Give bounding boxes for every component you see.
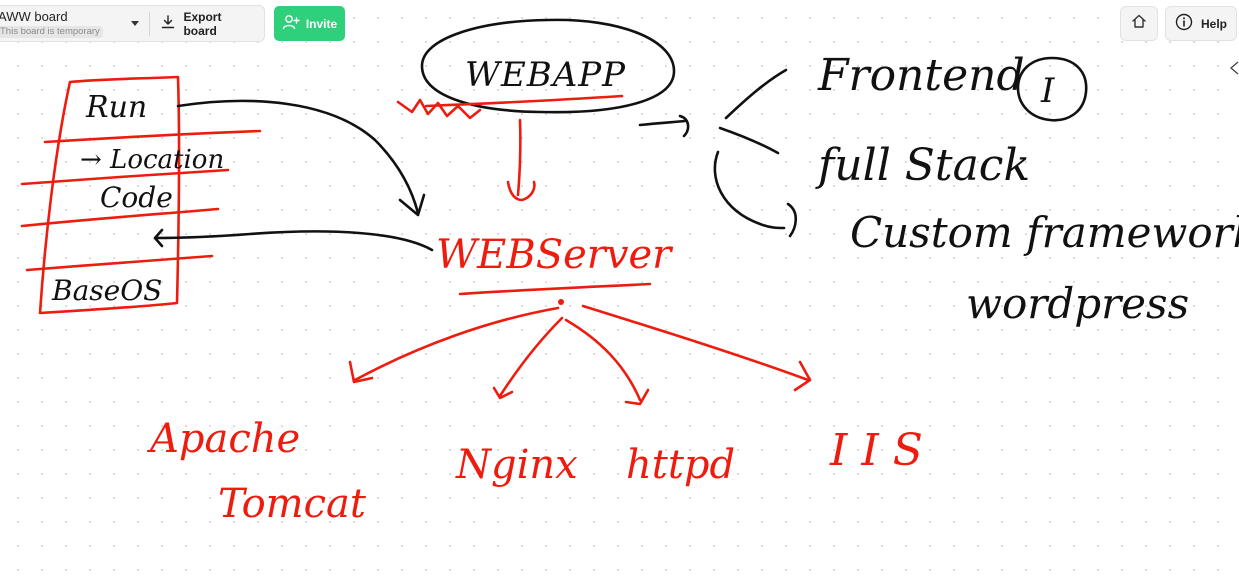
stack-item-location: → Location	[80, 145, 224, 175]
roman-badge-label: I	[1040, 71, 1055, 111]
server-nginx: Nginx	[455, 442, 578, 488]
type-wordpress: wordpress	[966, 279, 1189, 328]
stack-item-baseos: BaseOS	[51, 274, 162, 307]
arrow-webapp-to-webserver	[506, 118, 536, 202]
type-custom-framework: Custom framework	[850, 208, 1239, 257]
webapp-label: WEBAPP	[465, 55, 626, 95]
arrow-webserver-to-location	[153, 228, 434, 252]
server-tomcat: Tomcat	[218, 481, 367, 527]
stack-item-run: Run	[85, 90, 147, 125]
webserver-branches	[348, 299, 812, 406]
whiteboard-canvas[interactable]: Run → Location Code BaseOS WEBAPP WEBSer…	[0, 0, 1239, 581]
server-apache: Apache	[146, 416, 300, 462]
stack-item-code: Code	[100, 181, 173, 214]
type-frontend: Frontend	[817, 50, 1025, 101]
webserver-underline	[458, 282, 652, 296]
server-iis: IIS	[829, 425, 937, 476]
webserver-label: WEBServer	[436, 232, 674, 278]
server-httpd: httpd	[626, 442, 735, 488]
webapp-types-branches	[638, 68, 798, 238]
type-full-stack: full Stack	[815, 140, 1030, 191]
